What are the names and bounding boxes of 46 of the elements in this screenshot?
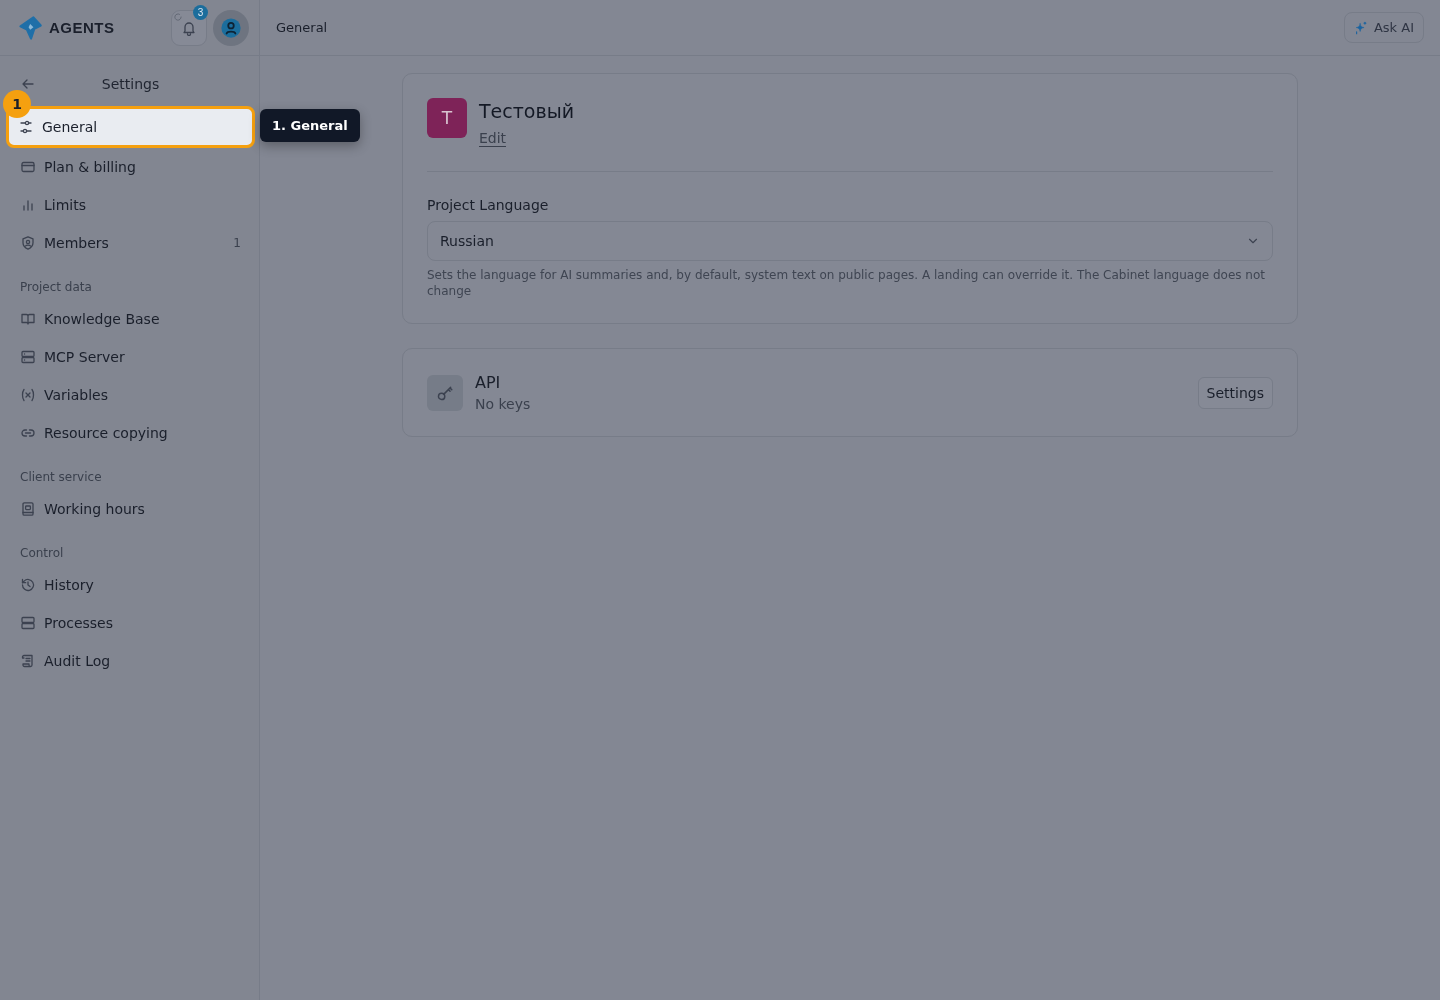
variable-icon bbox=[20, 387, 36, 403]
ask-ai-button[interactable]: Ask AI bbox=[1343, 12, 1424, 43]
api-title: API bbox=[475, 373, 502, 392]
field-label: Project Language bbox=[427, 197, 550, 213]
sidebar-item[interactable]: Plan & billing bbox=[8, 148, 253, 186]
history-icon bbox=[20, 577, 36, 593]
server-icon bbox=[20, 615, 36, 631]
edit-link[interactable]: Edit bbox=[479, 130, 507, 147]
sparkle-icon bbox=[1353, 20, 1368, 35]
sidebar-item[interactable]: Members 1 bbox=[8, 224, 253, 262]
bell-icon bbox=[181, 19, 197, 36]
sidebar-item[interactable]: History bbox=[8, 566, 253, 604]
project-avatar: T bbox=[427, 98, 467, 138]
user-icon bbox=[220, 16, 242, 39]
card-icon bbox=[20, 159, 36, 175]
logo-icon bbox=[18, 14, 44, 41]
sidebar-item[interactable]: Working hours bbox=[8, 490, 253, 528]
breadcrumb: General bbox=[276, 20, 328, 35]
section-heading: Project data bbox=[19, 279, 93, 296]
settings-button[interactable]: Settings bbox=[1197, 376, 1273, 409]
step-badge: 1 bbox=[3, 90, 31, 118]
section-heading: Control bbox=[19, 545, 65, 562]
member-count: 1 bbox=[233, 236, 241, 250]
sliders-icon bbox=[18, 119, 34, 135]
scroll-icon bbox=[20, 653, 36, 669]
tour-tooltip: 1. General bbox=[260, 109, 360, 142]
section-heading: Client service bbox=[19, 469, 103, 486]
api-status: No keys bbox=[475, 396, 532, 412]
sidebar-item[interactable]: Knowledge Base bbox=[8, 300, 253, 338]
help-text: Sets the language for AI summaries and, by default, system text on public pages. A landing can override it. The Cabinet language does not change bbox=[427, 267, 1266, 299]
sidebar-item[interactable]: Audit Log bbox=[8, 642, 253, 680]
shield-user-icon bbox=[20, 235, 36, 251]
notification-count: 3 bbox=[193, 4, 208, 20]
language-select[interactable]: Russian bbox=[427, 221, 1273, 261]
sidebar-item[interactable]: Limits bbox=[8, 186, 253, 224]
server-icon bbox=[20, 349, 36, 365]
brand-name: AGENTS bbox=[49, 19, 115, 36]
sidebar-item[interactable]: Processes bbox=[8, 604, 253, 642]
project-name: Тестовый bbox=[479, 100, 574, 122]
settings-title: Settings bbox=[100, 76, 161, 92]
avatar-button[interactable] bbox=[213, 9, 249, 46]
sidebar-item[interactable]: Resource copying bbox=[8, 414, 253, 452]
book-icon bbox=[20, 311, 36, 327]
sidebar-item[interactable]: MCP Server bbox=[8, 338, 253, 376]
sidebar-item[interactable]: Variables bbox=[8, 376, 253, 414]
contact-book-icon bbox=[20, 501, 36, 517]
